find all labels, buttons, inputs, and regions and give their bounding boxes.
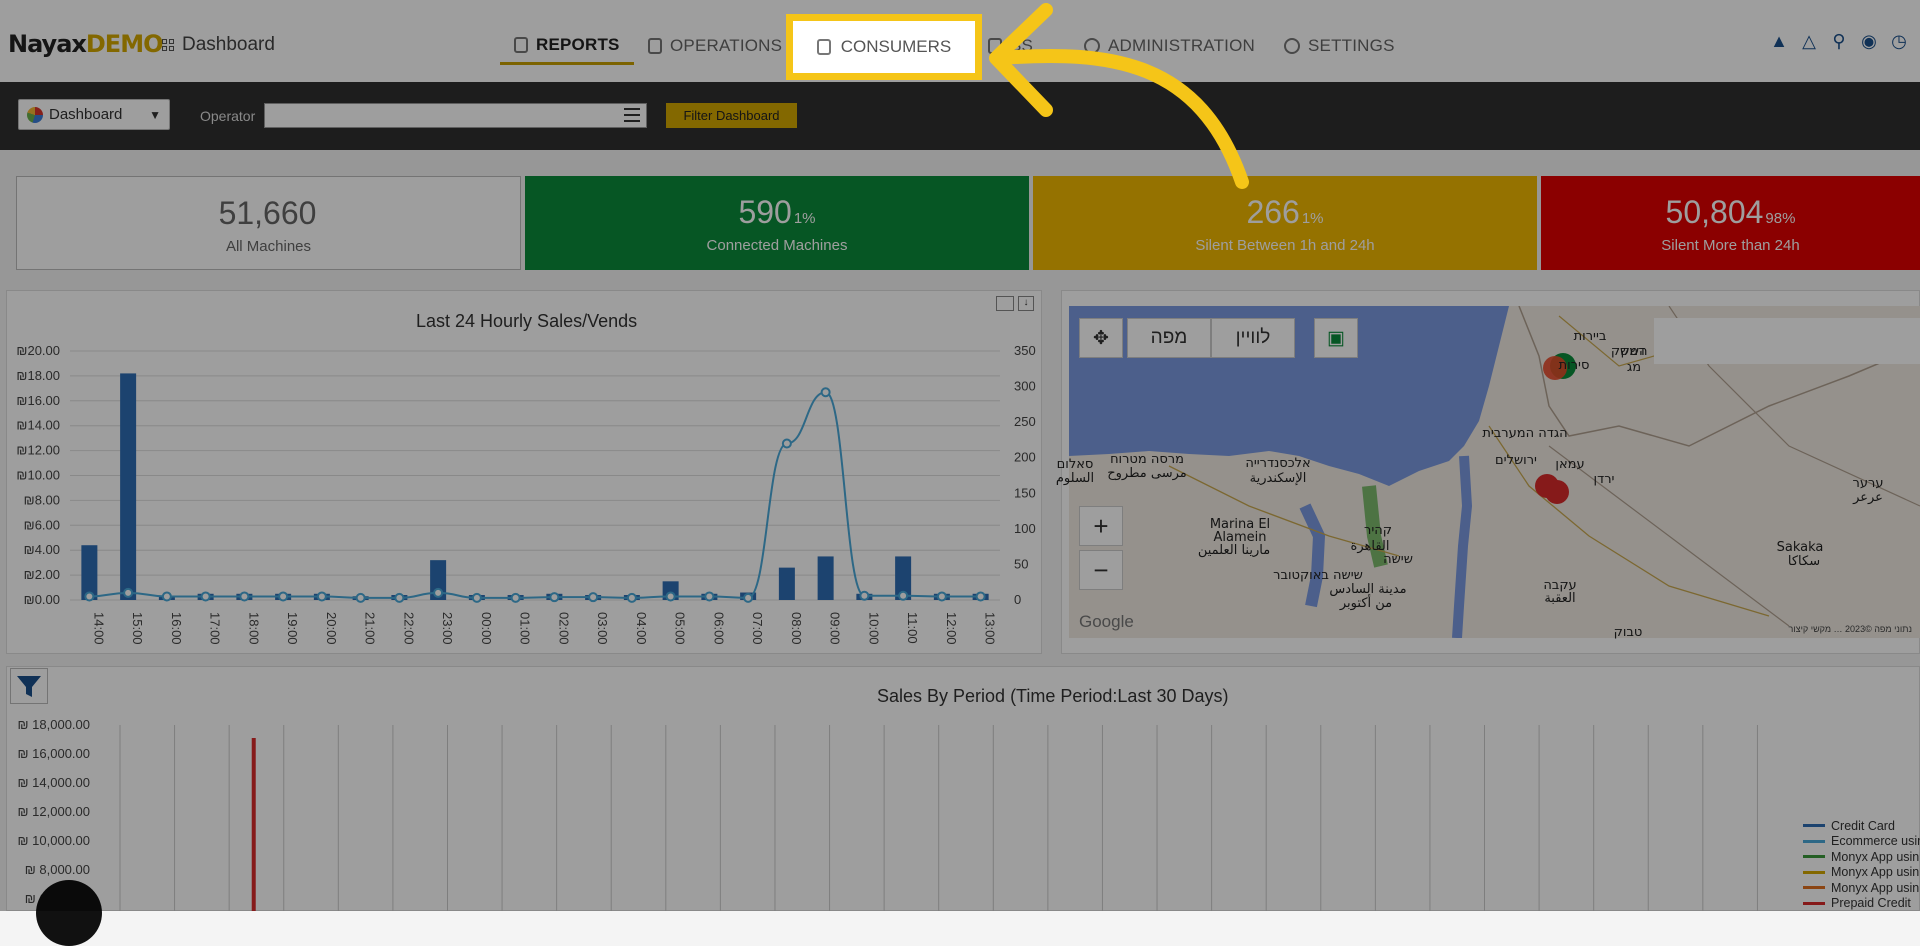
tutorial-arrow	[989, 3, 1249, 189]
